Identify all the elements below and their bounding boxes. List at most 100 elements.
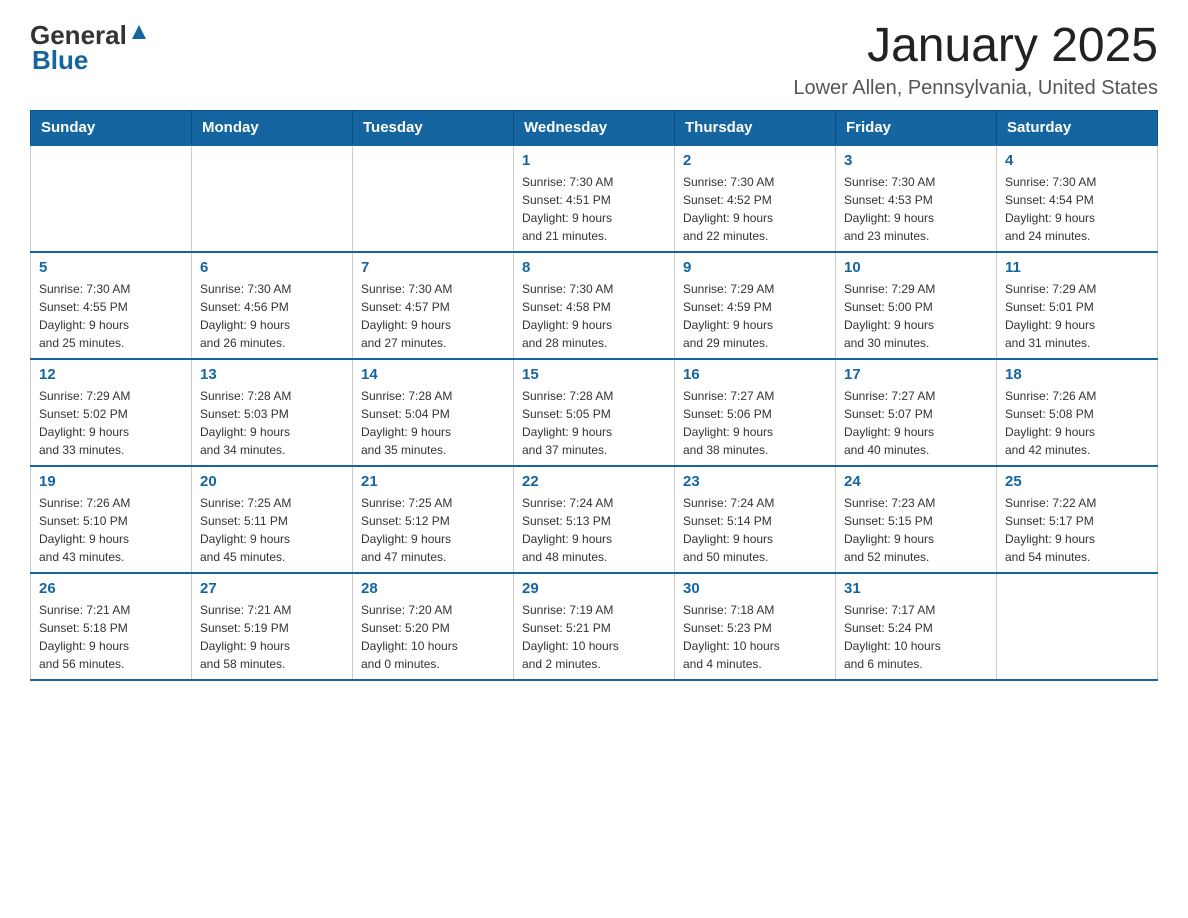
table-row: 10 Sunrise: 7:29 AMSunset: 5:00 PMDayligh… [836,252,997,359]
day-info: Sunrise: 7:23 AMSunset: 5:15 PMDaylight:… [844,494,988,566]
calendar-week-row: 19 Sunrise: 7:26 AMSunset: 5:10 PMDayligh… [31,466,1158,573]
day-info: Sunrise: 7:27 AMSunset: 5:06 PMDaylight:… [683,387,827,459]
day-info: Sunrise: 7:30 AMSunset: 4:52 PMDaylight:… [683,173,827,245]
table-row: 1Sunrise: 7:30 AMSunset: 4:51 PMDaylight… [514,145,675,252]
day-info: Sunrise: 7:24 AMSunset: 5:14 PMDaylight:… [683,494,827,566]
day-number: 8 [522,259,666,276]
day-number: 3 [844,152,988,169]
calendar-table: Sunday Monday Tuesday Wednesday Thursday… [30,110,1158,681]
day-info: Sunrise: 7:20 AMSunset: 5:20 PMDaylight:… [361,601,505,673]
subtitle: Lower Allen, Pennsylvania, United States [793,77,1158,100]
table-row: 30 Sunrise: 7:18 AMSunset: 5:23 PMDayligh… [675,573,836,680]
table-row: 11 Sunrise: 7:29 AMSunset: 5:01 PMDayligh… [997,252,1158,359]
day-number: 4 [1005,152,1149,169]
table-row: 31 Sunrise: 7:17 AMSunset: 5:24 PMDayligh… [836,573,997,680]
table-row: 15 Sunrise: 7:28 AMSunset: 5:05 PMDayligh… [514,359,675,466]
day-number: 18 [1005,366,1149,383]
table-row: 5 Sunrise: 7:30 AMSunset: 4:55 PMDaylight… [31,252,192,359]
day-info: Sunrise: 7:25 AMSunset: 5:11 PMDaylight:… [200,494,344,566]
day-info: Sunrise: 7:25 AMSunset: 5:12 PMDaylight:… [361,494,505,566]
table-row: 25 Sunrise: 7:22 AMSunset: 5:17 PMDayligh… [997,466,1158,573]
day-info: Sunrise: 7:21 AMSunset: 5:19 PMDaylight:… [200,601,344,673]
logo: General Blue [30,20,148,76]
table-row: 4 Sunrise: 7:30 AMSunset: 4:54 PMDaylight… [997,145,1158,252]
day-info: Sunrise: 7:27 AMSunset: 5:07 PMDaylight:… [844,387,988,459]
day-number: 2 [683,152,827,169]
day-info: Sunrise: 7:30 AMSunset: 4:53 PMDaylight:… [844,173,988,245]
day-number: 13 [200,366,344,383]
day-info: Sunrise: 7:18 AMSunset: 5:23 PMDaylight:… [683,601,827,673]
day-number: 28 [361,580,505,597]
day-info: Sunrise: 7:28 AMSunset: 5:05 PMDaylight:… [522,387,666,459]
day-number: 31 [844,580,988,597]
day-number: 15 [522,366,666,383]
day-info: Sunrise: 7:29 AMSunset: 4:59 PMDaylight:… [683,280,827,352]
day-number: 16 [683,366,827,383]
col-sunday: Sunday [31,110,192,145]
day-number: 20 [200,473,344,490]
day-info: Sunrise: 7:30 AMSunset: 4:55 PMDaylight:… [39,280,183,352]
day-info: Sunrise: 7:30 AMSunset: 4:58 PMDaylight:… [522,280,666,352]
day-number: 9 [683,259,827,276]
table-row: 23Sunrise: 7:24 AMSunset: 5:14 PMDayligh… [675,466,836,573]
day-info: Sunrise: 7:21 AMSunset: 5:18 PMDaylight:… [39,601,183,673]
title-block: January 2025 Lower Allen, Pennsylvania, … [793,20,1158,100]
day-info: Sunrise: 7:17 AMSunset: 5:24 PMDaylight:… [844,601,988,673]
table-row: 17 Sunrise: 7:27 AMSunset: 5:07 PMDayligh… [836,359,997,466]
day-info: Sunrise: 7:30 AMSunset: 4:57 PMDaylight:… [361,280,505,352]
day-info: Sunrise: 7:26 AMSunset: 5:10 PMDaylight:… [39,494,183,566]
day-number: 19 [39,473,183,490]
col-monday: Monday [192,110,353,145]
day-number: 10 [844,259,988,276]
calendar-week-row: 1Sunrise: 7:30 AMSunset: 4:51 PMDaylight… [31,145,1158,252]
table-row: 13 Sunrise: 7:28 AMSunset: 5:03 PMDayligh… [192,359,353,466]
day-number: 12 [39,366,183,383]
day-info: Sunrise: 7:28 AMSunset: 5:04 PMDaylight:… [361,387,505,459]
day-info: Sunrise: 7:29 AMSunset: 5:01 PMDaylight:… [1005,280,1149,352]
table-row: 20 Sunrise: 7:25 AMSunset: 5:11 PMDayligh… [192,466,353,573]
table-row: 27Sunrise: 7:21 AMSunset: 5:19 PMDayligh… [192,573,353,680]
day-number: 14 [361,366,505,383]
day-number: 21 [361,473,505,490]
table-row: 28 Sunrise: 7:20 AMSunset: 5:20 PMDayligh… [353,573,514,680]
day-number: 5 [39,259,183,276]
table-row: 16 Sunrise: 7:27 AMSunset: 5:06 PMDayligh… [675,359,836,466]
day-info: Sunrise: 7:19 AMSunset: 5:21 PMDaylight:… [522,601,666,673]
day-number: 6 [200,259,344,276]
day-number: 11 [1005,259,1149,276]
day-info: Sunrise: 7:30 AMSunset: 4:54 PMDaylight:… [1005,173,1149,245]
table-row [997,573,1158,680]
day-info: Sunrise: 7:26 AMSunset: 5:08 PMDaylight:… [1005,387,1149,459]
day-number: 17 [844,366,988,383]
table-row [192,145,353,252]
table-row: 6 Sunrise: 7:30 AMSunset: 4:56 PMDaylight… [192,252,353,359]
day-info: Sunrise: 7:24 AMSunset: 5:13 PMDaylight:… [522,494,666,566]
day-info: Sunrise: 7:29 AMSunset: 5:02 PMDaylight:… [39,387,183,459]
table-row: 3 Sunrise: 7:30 AMSunset: 4:53 PMDaylight… [836,145,997,252]
calendar-header-row: Sunday Monday Tuesday Wednesday Thursday… [31,110,1158,145]
logo-text-blue: Blue [32,45,88,76]
col-wednesday: Wednesday [514,110,675,145]
calendar-week-row: 26 Sunrise: 7:21 AMSunset: 5:18 PMDayligh… [31,573,1158,680]
day-number: 25 [1005,473,1149,490]
day-info: Sunrise: 7:28 AMSunset: 5:03 PMDaylight:… [200,387,344,459]
table-row: 19 Sunrise: 7:26 AMSunset: 5:10 PMDayligh… [31,466,192,573]
day-number: 7 [361,259,505,276]
calendar-week-row: 12 Sunrise: 7:29 AMSunset: 5:02 PMDayligh… [31,359,1158,466]
table-row [31,145,192,252]
table-row: 2 Sunrise: 7:30 AMSunset: 4:52 PMDaylight… [675,145,836,252]
day-info: Sunrise: 7:29 AMSunset: 5:00 PMDaylight:… [844,280,988,352]
day-number: 22 [522,473,666,490]
table-row: 8 Sunrise: 7:30 AMSunset: 4:58 PMDaylight… [514,252,675,359]
day-number: 30 [683,580,827,597]
table-row: 7 Sunrise: 7:30 AMSunset: 4:57 PMDaylight… [353,252,514,359]
table-row: 18 Sunrise: 7:26 AMSunset: 5:08 PMDayligh… [997,359,1158,466]
table-row: 12 Sunrise: 7:29 AMSunset: 5:02 PMDayligh… [31,359,192,466]
day-number: 26 [39,580,183,597]
col-saturday: Saturday [997,110,1158,145]
day-info: Sunrise: 7:22 AMSunset: 5:17 PMDaylight:… [1005,494,1149,566]
day-number: 29 [522,580,666,597]
day-number: 24 [844,473,988,490]
day-info: Sunrise: 7:30 AMSunset: 4:56 PMDaylight:… [200,280,344,352]
col-thursday: Thursday [675,110,836,145]
